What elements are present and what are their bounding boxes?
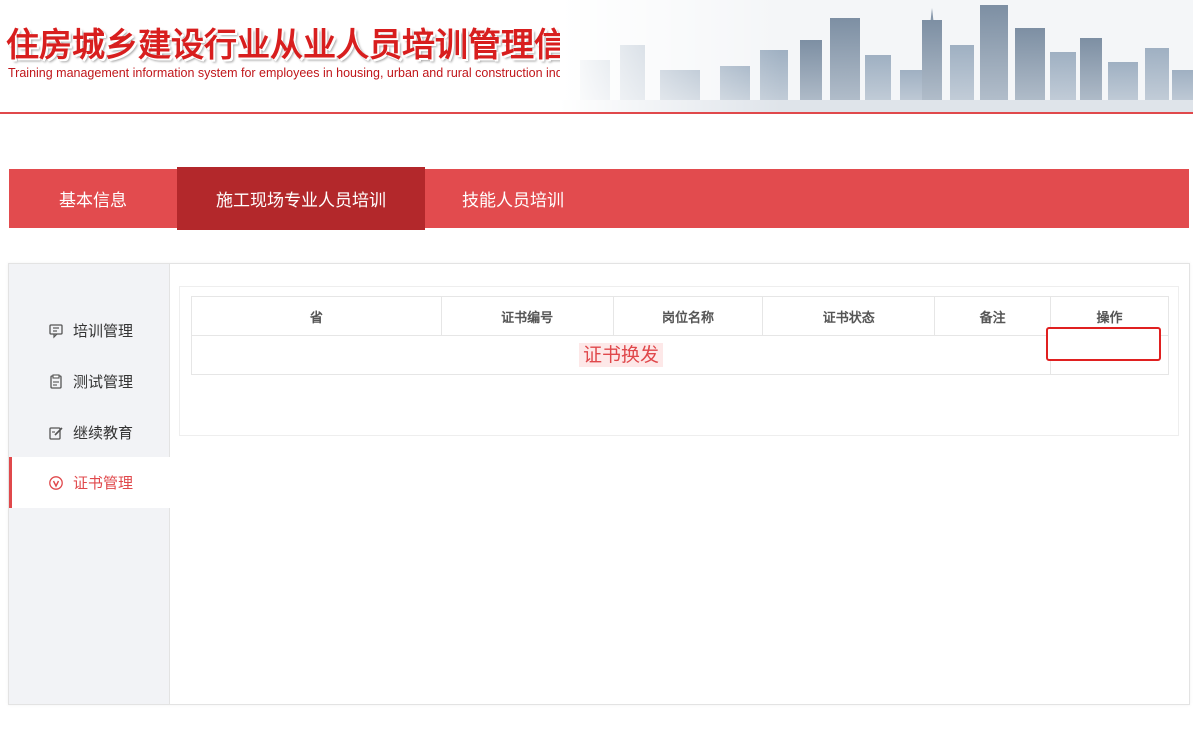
header-divider xyxy=(0,112,1193,114)
sidebar-item-training-management[interactable]: 培训管理 xyxy=(9,305,170,356)
column-header-province: 省 xyxy=(191,296,442,336)
sidebar-item-label: 培训管理 xyxy=(73,322,134,340)
clipboard-icon xyxy=(47,373,65,391)
badge-icon xyxy=(47,474,65,492)
top-nav: 基本信息 施工现场专业人员培训 技能人员培训 xyxy=(9,167,1189,230)
tab-basic-info[interactable]: 基本信息 xyxy=(9,169,177,228)
page-header: 住房城乡建设行业从业人员培训管理信息系统 Training management… xyxy=(0,0,1193,114)
edit-icon xyxy=(47,424,65,442)
column-header-remarks: 备注 xyxy=(934,296,1052,336)
column-header-position-name: 岗位名称 xyxy=(612,296,764,336)
sidebar-item-label: 证书管理 xyxy=(73,474,134,492)
certificate-renewal-link[interactable]: 证书换发 xyxy=(579,343,664,367)
tab-skilled-worker-training[interactable]: 技能人员培训 xyxy=(425,169,601,228)
table-row: 证书换发 xyxy=(190,335,1169,375)
sidebar-item-test-management[interactable]: 测试管理 xyxy=(9,356,170,407)
sidebar-item-continuing-education[interactable]: 继续教育 xyxy=(9,407,170,458)
sidebar-item-certificate-management[interactable]: 证书管理 xyxy=(9,457,170,508)
tab-site-professional-training[interactable]: 施工现场专业人员培训 xyxy=(177,167,425,230)
action-button[interactable] xyxy=(1046,327,1161,361)
sidebar-item-label: 继续教育 xyxy=(73,424,134,442)
city-skyline-banner xyxy=(560,0,1193,112)
table-header-row: 省 证书编号 岗位名称 证书状态 备注 操作 xyxy=(191,296,1169,336)
main-panel: 培训管理 测试管理 继续教育 证书管理 省 证书编号 岗位名称 证书状态 备注 … xyxy=(8,263,1190,705)
certificate-table: 省 证书编号 岗位名称 证书状态 备注 操作 证书换发 xyxy=(190,296,1169,375)
table-row-cell: 证书换发 xyxy=(190,335,1052,375)
column-header-certificate-status: 证书状态 xyxy=(762,296,936,336)
sidebar: 培训管理 测试管理 继续教育 证书管理 xyxy=(9,264,170,704)
system-subtitle: Training management information system f… xyxy=(8,66,590,80)
column-header-certificate-number: 证书编号 xyxy=(440,296,614,336)
sidebar-item-label: 测试管理 xyxy=(73,373,134,391)
chat-icon xyxy=(47,322,65,340)
certificate-content: 省 证书编号 岗位名称 证书状态 备注 操作 证书换发 xyxy=(179,286,1179,436)
